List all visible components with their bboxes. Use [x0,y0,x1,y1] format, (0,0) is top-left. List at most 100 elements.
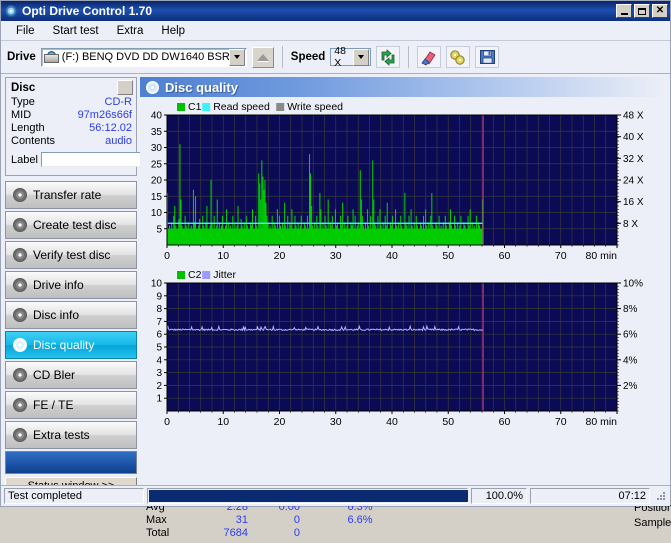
svg-text:2%: 2% [623,381,638,392]
optical-drive-icon [43,50,59,64]
max-c2: 0 [293,513,300,526]
menu-start-test[interactable]: Start test [44,23,108,39]
disc-panel-button[interactable] [117,80,133,95]
svg-text:6%: 6% [623,330,638,341]
sidebar-item-verify-test-disc[interactable]: Verify test disc [5,241,137,269]
svg-text:C2: C2 [188,269,202,281]
svg-text:6: 6 [156,330,162,341]
maximize-button[interactable] [634,4,650,18]
disc-quality-icon [146,80,159,94]
sidebar-label: Disc quality [33,338,95,352]
sidebar-blue-panel [5,451,137,474]
samples-row: Samples 3365 [634,515,671,530]
disc-row-contents: Contents audio [6,135,136,148]
disc-label-label: Label [11,153,38,166]
menu-bar: File Start test Extra Help [1,21,670,41]
disc-icon [13,308,27,322]
disc-quality-charts[interactable]: C1 Read speed Write speed5101520253035408 … [140,97,668,437]
svg-text:48 X: 48 X [623,111,644,122]
disc-row-mid: MID 97m26s66f [6,109,136,122]
sidebar-label: FE / TE [33,398,74,412]
sidebar-label: CD Bler [33,368,76,382]
sidebar-item-create-test-disc[interactable]: Create test disc [5,211,137,239]
svg-text:8%: 8% [623,304,638,315]
charts-container: C1 Read speed Write speed 5 10 15 20 25 30 35 40 8 … [140,97,670,437]
refresh-icon[interactable] [376,46,401,68]
progress-percent: 100.0% [471,488,527,504]
status-bar: Test completed 100.0% 07:12 [1,485,670,506]
sidebar-label: Verify test disc [33,248,111,262]
svg-text:10: 10 [217,416,229,428]
samples-label: Samples [634,516,671,529]
svg-text:70: 70 [555,250,567,262]
compare-icon[interactable] [446,46,471,68]
eject-button[interactable] [251,46,274,68]
legend-item: C2 [177,269,202,281]
eraser-icon[interactable] [417,46,442,68]
svg-text:0: 0 [164,250,170,262]
save-icon[interactable] [475,46,500,68]
svg-text:5: 5 [156,224,162,235]
window-buttons: ✕ [616,4,668,18]
disc-length-label: Length [11,122,45,134]
menu-file[interactable]: File [7,23,44,39]
speed-select[interactable]: 48 X [330,45,372,69]
legend-item: Read speed [202,101,270,113]
sidebar-item-cd-bler[interactable]: CD Bler [5,361,137,389]
disc-type-value: CD-R [104,96,133,108]
sidebar-label: Extra tests [33,428,90,442]
svg-text:50: 50 [442,250,454,262]
disc-type-label: Type [11,96,35,108]
disc-icon [13,218,27,232]
page-title: Disc quality [165,79,238,95]
menu-extra[interactable]: Extra [108,23,153,39]
disc-icon [13,398,27,412]
close-button[interactable]: ✕ [652,4,668,18]
total-c1: 7684 [223,526,248,539]
disc-icon [13,248,27,262]
row-label-total: Total [146,526,170,539]
c1-floor [167,228,484,245]
max-jitter: 6.6% [347,513,373,526]
sidebar-label: Drive info [33,278,84,292]
legend-item: Write speed [276,101,343,113]
svg-text:15: 15 [151,192,163,203]
svg-text:10%: 10% [623,279,643,290]
sidebar-item-fe-te[interactable]: FE / TE [5,391,137,419]
svg-text:60: 60 [499,416,511,428]
disc-panel-header: Disc [6,78,136,96]
svg-text:80 min: 80 min [585,416,617,428]
svg-text:3: 3 [156,368,162,379]
toolbar-divider-2 [408,46,410,68]
sidebar-label: Create test disc [33,218,117,232]
window-title: Opti Drive Control 1.70 [22,4,153,18]
disc-icon [13,188,27,202]
chevron-down-icon[interactable] [353,48,370,66]
disc-mid-label: MID [11,109,32,121]
toolbar: Drive (F:) BENQ DVD DD DW1640 BSRB Speed… [1,41,670,74]
minimize-button[interactable] [616,4,632,18]
disc-length-value: 56:12.02 [89,122,132,134]
svg-text:Jitter: Jitter [213,269,236,281]
sidebar-item-disc-quality[interactable]: Disc quality [5,331,137,359]
menu-help[interactable]: Help [152,23,194,39]
sidebar-item-drive-info[interactable]: Drive info [5,271,137,299]
svg-text:8: 8 [156,304,162,315]
svg-text:40 X: 40 X [623,132,644,143]
svg-text:30: 30 [330,416,342,428]
svg-text:0: 0 [164,416,170,428]
sidebar-item-disc-info[interactable]: Disc info [5,301,137,329]
sidebar-item-extra-tests[interactable]: Extra tests [5,421,137,449]
chevron-down-icon[interactable] [228,48,245,66]
svg-text:30: 30 [151,143,163,154]
drive-select[interactable]: (F:) BENQ DVD DD DW1640 BSRB [40,47,247,67]
svg-text:40: 40 [386,250,398,262]
status-message: Test completed [4,488,144,504]
svg-text:24 X: 24 X [623,176,644,187]
disc-icon [13,278,27,292]
disc-panel-title: Disc [11,81,36,94]
sidebar-item-transfer-rate[interactable]: Transfer rate [5,181,137,209]
resize-grip[interactable] [655,490,667,502]
disc-info-panel: Disc Type CD-R MID 97m26s66f Length 56:1… [5,77,243,176]
disc-icon [13,368,27,382]
